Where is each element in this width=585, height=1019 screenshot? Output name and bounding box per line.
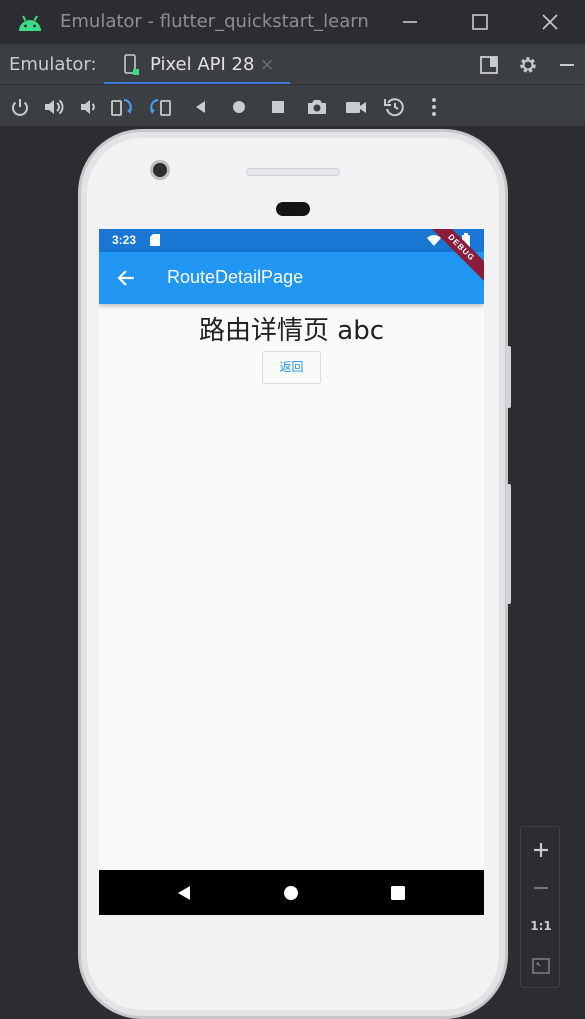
overview-icon[interactable] (266, 95, 290, 119)
layout-icon[interactable] (477, 53, 501, 77)
tab-close-button[interactable]: × (260, 55, 274, 75)
page-heading: 路由详情页 abc (199, 316, 384, 346)
nav-home-icon[interactable] (282, 884, 300, 902)
power-side-button (506, 346, 511, 408)
back-icon[interactable] (188, 95, 212, 119)
maximize-icon[interactable] (468, 10, 492, 34)
more-icon[interactable] (422, 95, 446, 119)
sd-card-icon (150, 234, 160, 246)
status-bar: 3:23 (99, 229, 484, 252)
device-phone-icon (124, 54, 139, 75)
nav-recents-icon[interactable] (389, 884, 407, 902)
snapshot-icon[interactable] (383, 95, 407, 119)
arrow-back-icon[interactable] (115, 267, 137, 289)
gear-icon[interactable] (516, 53, 540, 77)
rotate-right-icon[interactable] (148, 95, 172, 119)
record-icon[interactable] (344, 95, 368, 119)
earpiece-speaker (246, 168, 340, 176)
window-title-bar: Emulator - flutter_quickstart_learn (0, 0, 585, 44)
emulator-toolbar (0, 84, 585, 127)
rotate-left-icon[interactable] (110, 95, 134, 119)
app-bar: RouteDetailPage (99, 252, 484, 304)
actual-size-button[interactable]: 1:1 (521, 919, 561, 933)
power-icon[interactable] (8, 95, 32, 119)
zoom-out-icon[interactable] (529, 876, 553, 900)
emulator-tab-bar: Emulator: Pixel API 28 × (0, 44, 585, 85)
volume-side-button (506, 484, 511, 604)
close-icon[interactable] (538, 10, 562, 34)
nav-back-icon[interactable] (175, 884, 193, 902)
android-icon (19, 15, 41, 31)
app-bar-title: RouteDetailPage (167, 267, 304, 287)
home-icon[interactable] (227, 95, 251, 119)
emulator-label: Emulator: (9, 54, 97, 75)
status-time: 3:23 (112, 233, 137, 247)
navigation-bar (99, 870, 484, 915)
zoom-in-icon[interactable] (529, 838, 553, 862)
minimize-icon[interactable] (398, 10, 422, 34)
front-camera (150, 160, 170, 180)
proximity-sensor (276, 202, 310, 216)
screenshot-icon[interactable] (305, 95, 329, 119)
window-title: Emulator - flutter_quickstart_learn (60, 11, 369, 32)
phone-screen: 3:23 RouteDetailPage DEBUG 路由详情页 abc 返回 (99, 229, 484, 915)
tab-label: Pixel API 28 (150, 54, 255, 75)
minimize-panel-icon[interactable] (555, 53, 579, 77)
tab-pixel-api-28[interactable]: Pixel API 28 × (104, 45, 290, 85)
fit-screen-icon[interactable] (529, 954, 553, 978)
back-button[interactable]: 返回 (262, 351, 321, 384)
zoom-panel: 1:1 (520, 826, 560, 988)
volume-up-icon[interactable] (42, 95, 66, 119)
volume-down-icon[interactable] (76, 95, 100, 119)
